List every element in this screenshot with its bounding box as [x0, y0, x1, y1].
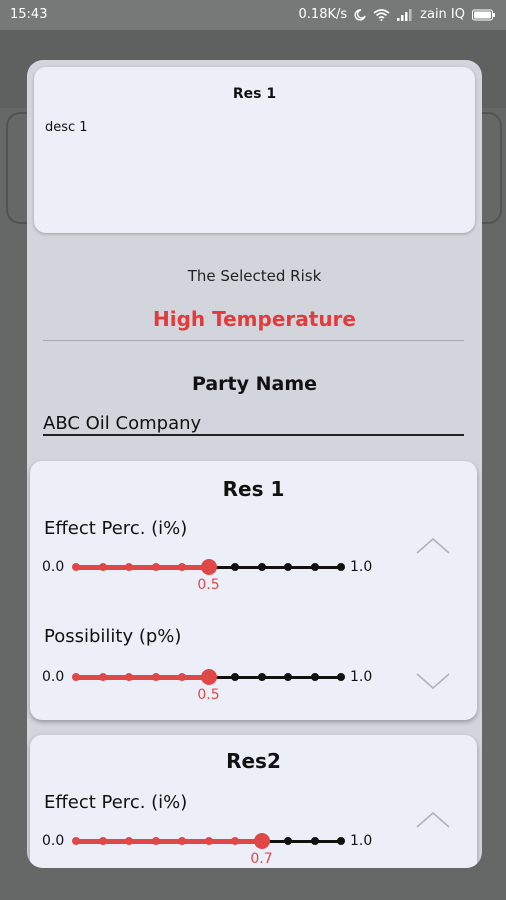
slider-min-label: 0.0: [42, 559, 65, 575]
slider-tick: [310, 673, 319, 681]
slider-value-label: 0.5: [197, 687, 220, 703]
moon-icon: [354, 8, 366, 21]
chevron-down-icon[interactable]: [415, 671, 451, 691]
slider-tick: [337, 673, 345, 681]
status-bar: 15:43 0.18K/s zain IQ: [0, 0, 506, 30]
slider-max-label: 1.0: [350, 559, 373, 575]
slider-tick: [231, 673, 239, 681]
possibility-label: Possibility (p%): [44, 626, 182, 647]
slider-tick: [204, 837, 213, 845]
selected-risk-value: High Temperature: [153, 307, 356, 331]
slider-tick: [72, 563, 80, 571]
selected-risk-label: The Selected Risk: [187, 267, 322, 285]
slider-tick: [151, 563, 160, 571]
slider-tick: [284, 837, 292, 845]
slider-min-label: 0.0: [42, 669, 65, 685]
chevron-up-icon[interactable]: [415, 810, 451, 830]
slider-tick: [98, 673, 107, 681]
slider-thumb[interactable]: [200, 669, 217, 685]
possibility-slider[interactable]: 0.0 1.0 0.5: [42, 664, 382, 704]
slider-max-label: 1.0: [350, 669, 373, 685]
slider-tick: [231, 837, 239, 845]
slider-tick: [257, 673, 266, 681]
slider-tick: [178, 673, 186, 681]
slider-tick: [310, 563, 319, 571]
slider-tick: [337, 837, 345, 845]
result-card: Res2 Effect Perc. (i%) 0.0 1.0 0.7: [30, 735, 477, 868]
effect-percentage-label: Effect Perc. (i%): [44, 518, 188, 539]
effect-percentage-slider[interactable]: 0.0 1.0 0.7: [42, 828, 382, 868]
party-name-field[interactable]: ABC Oil Company: [43, 412, 464, 436]
chevron-up-icon[interactable]: [415, 536, 451, 556]
slider-tick: [125, 673, 133, 681]
battery-icon: [472, 9, 496, 21]
slider-tick: [257, 563, 266, 571]
slider-fill: [76, 565, 209, 570]
slider-tick: [310, 837, 319, 845]
effect-percentage-label: Effect Perc. (i%): [44, 792, 188, 813]
slider-min-label: 0.0: [42, 833, 65, 849]
slider-tick: [178, 837, 186, 845]
result-card: Res 1 Effect Perc. (i%) 0.0 1.0 0.5 Poss…: [30, 461, 477, 720]
party-name-label: Party Name: [191, 373, 318, 395]
slider-thumb[interactable]: [200, 559, 217, 575]
slider-tick: [72, 673, 80, 681]
slider-tick: [284, 673, 292, 681]
slider-tick: [151, 673, 160, 681]
description-card: Res 1 desc 1: [34, 67, 475, 233]
status-time: 15:43: [10, 7, 48, 22]
result-title: Res2: [226, 749, 281, 773]
signal-icon: [397, 8, 413, 21]
slider-value-label: 0.5: [197, 577, 220, 593]
slider-thumb[interactable]: [253, 833, 270, 849]
slider-tick: [151, 837, 160, 845]
result-title: Res 1: [222, 477, 285, 501]
description-text: desc 1: [45, 120, 88, 135]
slider-tick: [98, 837, 107, 845]
slider-tick: [284, 563, 292, 571]
slider-tick: [337, 563, 345, 571]
slider-tick: [231, 563, 239, 571]
slider-fill: [76, 675, 209, 680]
network-speed: 0.18K/s: [298, 7, 348, 22]
slider-tick: [98, 563, 107, 571]
slider-tick: [125, 563, 133, 571]
slider-max-label: 1.0: [350, 833, 373, 849]
divider: [43, 340, 464, 341]
slider-tick: [125, 837, 133, 845]
carrier-name: zain IQ: [420, 7, 465, 22]
description-title: Res 1: [232, 86, 277, 102]
effect-percentage-slider[interactable]: 0.0 1.0 0.5: [42, 554, 382, 594]
slider-tick: [72, 837, 80, 845]
slider-value-label: 0.7: [250, 851, 273, 867]
wifi-icon: [373, 8, 390, 21]
slider-tick: [178, 563, 186, 571]
risk-dialog: Res 1 desc 1 The Selected Risk High Temp…: [27, 60, 482, 868]
